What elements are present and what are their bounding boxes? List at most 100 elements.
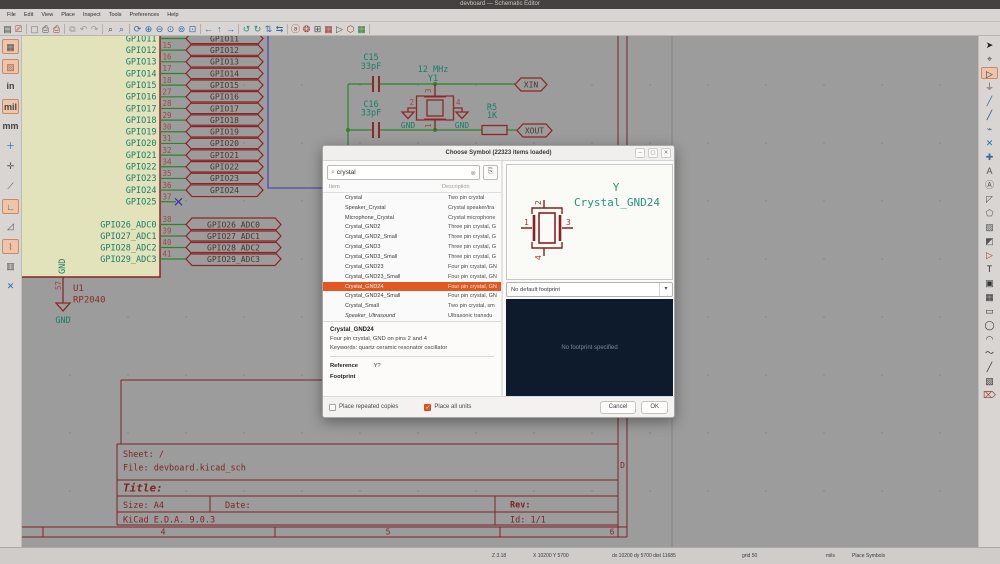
units-inches-icon[interactable]: in [2,79,19,94]
line-free-angle-icon[interactable]: ⟋ [2,179,19,194]
symbol-list-item[interactable]: Crystal_GND3Three pin crystal, G [323,242,501,252]
find-replace-icon[interactable]: ⌕ [116,23,127,35]
recent-searches-button[interactable]: ⎘ [483,165,498,180]
symbol-list-item[interactable]: Microphone_CrystalCrystal microphone [323,213,501,223]
symbol-list[interactable]: CrystalTwo pin crystalSpeaker_CrystalCry… [323,193,501,321]
place-all-units-checkbox[interactable]: ✓ Place all units [424,404,471,411]
symbol-list-item[interactable]: Crystal_GND23_SmallFour pin crystal, GN [323,272,501,282]
nav-back-icon[interactable]: ← [203,23,214,35]
zoom-objects-icon[interactable]: ⊚ [176,23,187,35]
y1-crystal-body[interactable] [427,100,443,116]
line-90-icon[interactable]: ∟ [2,199,19,214]
rectangle-icon[interactable]: ▭ [981,305,998,317]
no-connect-flag-icon[interactable]: ✕ [981,137,998,149]
cursor-small-icon[interactable]: ＋ [2,139,19,154]
text-icon[interactable]: T [981,263,998,275]
new-sheet-icon[interactable]: ▢ [29,23,40,35]
refresh-icon[interactable]: ⟳ [132,23,143,35]
global-label-icon[interactable]: ⬠ [981,207,998,219]
erc-icon[interactable]: ❂ [301,23,312,35]
mirror-horizontal-icon[interactable]: ⇆ [274,23,285,35]
menu-help[interactable]: Help [163,12,182,18]
symbol-list-item[interactable]: Crystal_GND24Four pin crystal, GN [323,282,501,292]
symbol-list-item[interactable]: Crystal_GND2_SmallThree pin crystal, G [323,232,501,242]
cursor-full-icon[interactable]: ✛ [2,159,19,174]
rotate-ccw-icon[interactable]: ↺ [241,23,252,35]
pcb-editor-icon[interactable]: ▦ [356,23,367,35]
clear-search-icon[interactable]: ⊗ [471,169,476,177]
bus-line[interactable] [268,36,324,188]
hierarchical-label-icon[interactable]: ◸ [981,193,998,205]
draw-wire-icon[interactable]: ╱ [981,95,998,107]
menu-view[interactable]: View [37,12,57,18]
symbol-list-item[interactable]: Crystal_GND2Three pin crystal, G [323,223,501,233]
find-icon[interactable]: ⌕ [105,23,116,35]
footprint-select[interactable]: No default footprint ▾ [506,282,673,297]
draw-bus-icon[interactable]: ╱ [981,109,998,121]
gnd-power-symbol[interactable] [402,112,414,119]
print-icon[interactable]: ⎙ [40,23,51,35]
place-power-port-icon[interactable]: ⏚ [981,81,998,93]
dialog-maximize-button[interactable]: ▢ [648,148,658,158]
u1-value[interactable]: RP2040 [73,296,106,306]
delete-tool-icon[interactable]: ⌦ [981,389,998,401]
gnd-power-symbol[interactable] [456,112,468,119]
grid-overrides-icon[interactable]: ▨ [2,59,19,74]
save-icon[interactable]: ▤ [2,23,13,35]
c15-value[interactable]: 33pF [361,62,381,72]
menu-inspect[interactable]: Inspect [79,12,105,18]
symbol-editor-icon[interactable]: ▷ [334,23,345,35]
menu-edit[interactable]: Edit [20,12,37,18]
zoom-in-icon[interactable]: ⊕ [143,23,154,35]
menu-tools[interactable]: Tools [105,12,126,18]
nav-forward-icon[interactable]: → [225,23,236,35]
c16-capacitor-symbol[interactable] [373,122,379,138]
symbol-list-item[interactable]: Speaker_CrystalCrystal speaker/tra [323,203,501,213]
paste-icon[interactable]: ⧉ [67,23,78,35]
grid-visibility-icon[interactable]: ▦ [2,39,19,54]
assign-footprints-icon[interactable]: ⊞ [312,23,323,35]
symbol-list-item[interactable]: Speaker_UltrasoundUltrasonic transdu [323,311,501,321]
zoom-selection-icon[interactable]: ⊡ [187,23,198,35]
wire-to-bus-entry-icon[interactable]: ⌁ [981,123,998,135]
symbol-list-item[interactable]: Crystal_SmallTwo pin crystal, sm [323,301,501,311]
dialog-close-button[interactable]: ✕ [661,148,671,158]
annotate-icon[interactable]: ⓐ [290,23,301,35]
bom-icon[interactable]: ▦ [323,23,334,35]
place-repeated-copies-checkbox[interactable]: Place repeated copies [329,404,398,411]
menu-place[interactable]: Place [57,12,79,18]
highlight-net-icon[interactable]: ⌖ [981,53,998,65]
table-icon[interactable]: ▦ [981,291,998,303]
zoom-out-icon[interactable]: ⊖ [154,23,165,35]
line-45-icon[interactable]: ◿ [2,219,19,234]
select-filter-icon[interactable]: ✕ [2,279,19,294]
nav-up-icon[interactable]: ↑ [214,23,225,35]
symbol-list-item[interactable]: Crystal_GND23Four pin crystal, GN [323,262,501,272]
dialog-titlebar[interactable]: Choose Symbol (22323 items loaded) – ▢ ✕ [323,146,674,161]
hidden-pins-icon[interactable]: ▥ [2,259,19,274]
text-box-icon[interactable]: ▣ [981,277,998,289]
symbol-list-item[interactable]: CrystalTwo pin crystal [323,193,501,203]
hierarchical-sheet-icon[interactable]: ▨ [981,221,998,233]
units-mils-icon[interactable]: mil [2,99,19,114]
symbol-list-item[interactable]: Crystal_GND3_SmallThree pin crystal, G [323,252,501,262]
no-connect-flag[interactable] [175,198,182,205]
junction-icon[interactable]: ✚ [981,151,998,163]
image-icon[interactable]: ▧ [981,375,998,387]
line-icon[interactable]: ╱ [981,361,998,373]
status-units[interactable]: mils [826,553,835,559]
symbol-search-input[interactable]: ⌕ crystal ⊗ [327,165,480,180]
mirror-vertical-icon[interactable]: ⇅ [263,23,274,35]
r5-resistor-symbol[interactable] [482,126,507,135]
gnd-power-symbol[interactable] [56,303,70,311]
circle-icon[interactable]: ◯ [981,319,998,331]
c15-capacitor-symbol[interactable] [373,76,379,92]
y1-reference[interactable]: Y1 [428,74,438,84]
window-titlebar[interactable]: devboard — Schematic Editor [0,0,1000,9]
c16-value[interactable]: 33pF [361,109,381,119]
column-header-description[interactable]: Description [442,184,470,190]
r5-value[interactable]: 1K [487,111,498,121]
footprint-editor-icon[interactable]: ⬡ [345,23,356,35]
schematic-setup-icon[interactable]: ⎚ [13,23,24,35]
net-class-directive-icon[interactable]: Ⓐ [981,179,998,191]
